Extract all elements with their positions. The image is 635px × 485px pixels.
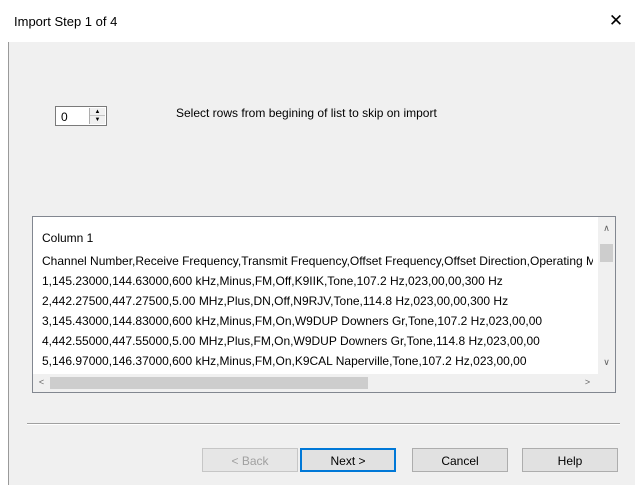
scroll-left-icon[interactable]: < — [33, 374, 50, 391]
column-header: Column 1 — [42, 231, 94, 245]
spin-down-icon[interactable]: ▼ — [90, 116, 105, 124]
vertical-scroll-thumb[interactable] — [600, 244, 613, 262]
skip-rows-label: Select rows from begining of list to ski… — [176, 106, 437, 120]
dialog-titlebar: Import Step 1 of 4 ✕ — [8, 0, 635, 42]
back-button[interactable]: < Back — [202, 448, 298, 472]
spin-up-icon[interactable]: ▲ — [90, 108, 105, 116]
scrollbar-corner — [598, 374, 615, 392]
cancel-button[interactable]: Cancel — [412, 448, 508, 472]
help-button[interactable]: Help — [522, 448, 618, 472]
list-content: Column 1 Channel Number,Receive Frequenc… — [33, 217, 593, 374]
vertical-scrollbar[interactable]: ∧ ∨ — [598, 217, 615, 374]
list-item[interactable]: 2,442.27500,447.27500,5.00 MHz,Plus,DN,O… — [42, 294, 508, 308]
list-item[interactable]: Channel Number,Receive Frequency,Transmi… — [42, 254, 593, 268]
list-item[interactable]: 5,146.97000,146.37000,600 kHz,Minus,FM,O… — [42, 354, 527, 368]
list-item[interactable]: 1,145.23000,144.63000,600 kHz,Minus,FM,O… — [42, 274, 503, 288]
window-border — [0, 0, 9, 485]
dialog-title: Import Step 1 of 4 — [14, 14, 118, 29]
next-button[interactable]: Next > — [300, 448, 396, 472]
horizontal-scroll-thumb[interactable] — [50, 377, 368, 389]
scroll-up-icon[interactable]: ∧ — [598, 220, 615, 237]
close-icon: ✕ — [608, 11, 624, 30]
spinner-buttons: ▲ ▼ — [89, 108, 105, 124]
scroll-down-icon[interactable]: ∨ — [598, 354, 615, 371]
import-preview-list[interactable]: Column 1 Channel Number,Receive Frequenc… — [32, 216, 616, 393]
footer-separator — [27, 423, 620, 425]
skip-rows-spinner[interactable]: 0 ▲ ▼ — [55, 106, 107, 126]
skip-rows-value[interactable]: 0 — [61, 110, 68, 124]
horizontal-scrollbar[interactable]: < > — [33, 374, 598, 392]
list-item[interactable]: 4,442.55000,447.55000,5.00 MHz,Plus,FM,O… — [42, 334, 540, 348]
scroll-right-icon[interactable]: > — [579, 374, 596, 391]
close-button[interactable]: ✕ — [605, 10, 627, 32]
list-item[interactable]: 3,145.43000,144.83000,600 kHz,Minus,FM,O… — [42, 314, 542, 328]
